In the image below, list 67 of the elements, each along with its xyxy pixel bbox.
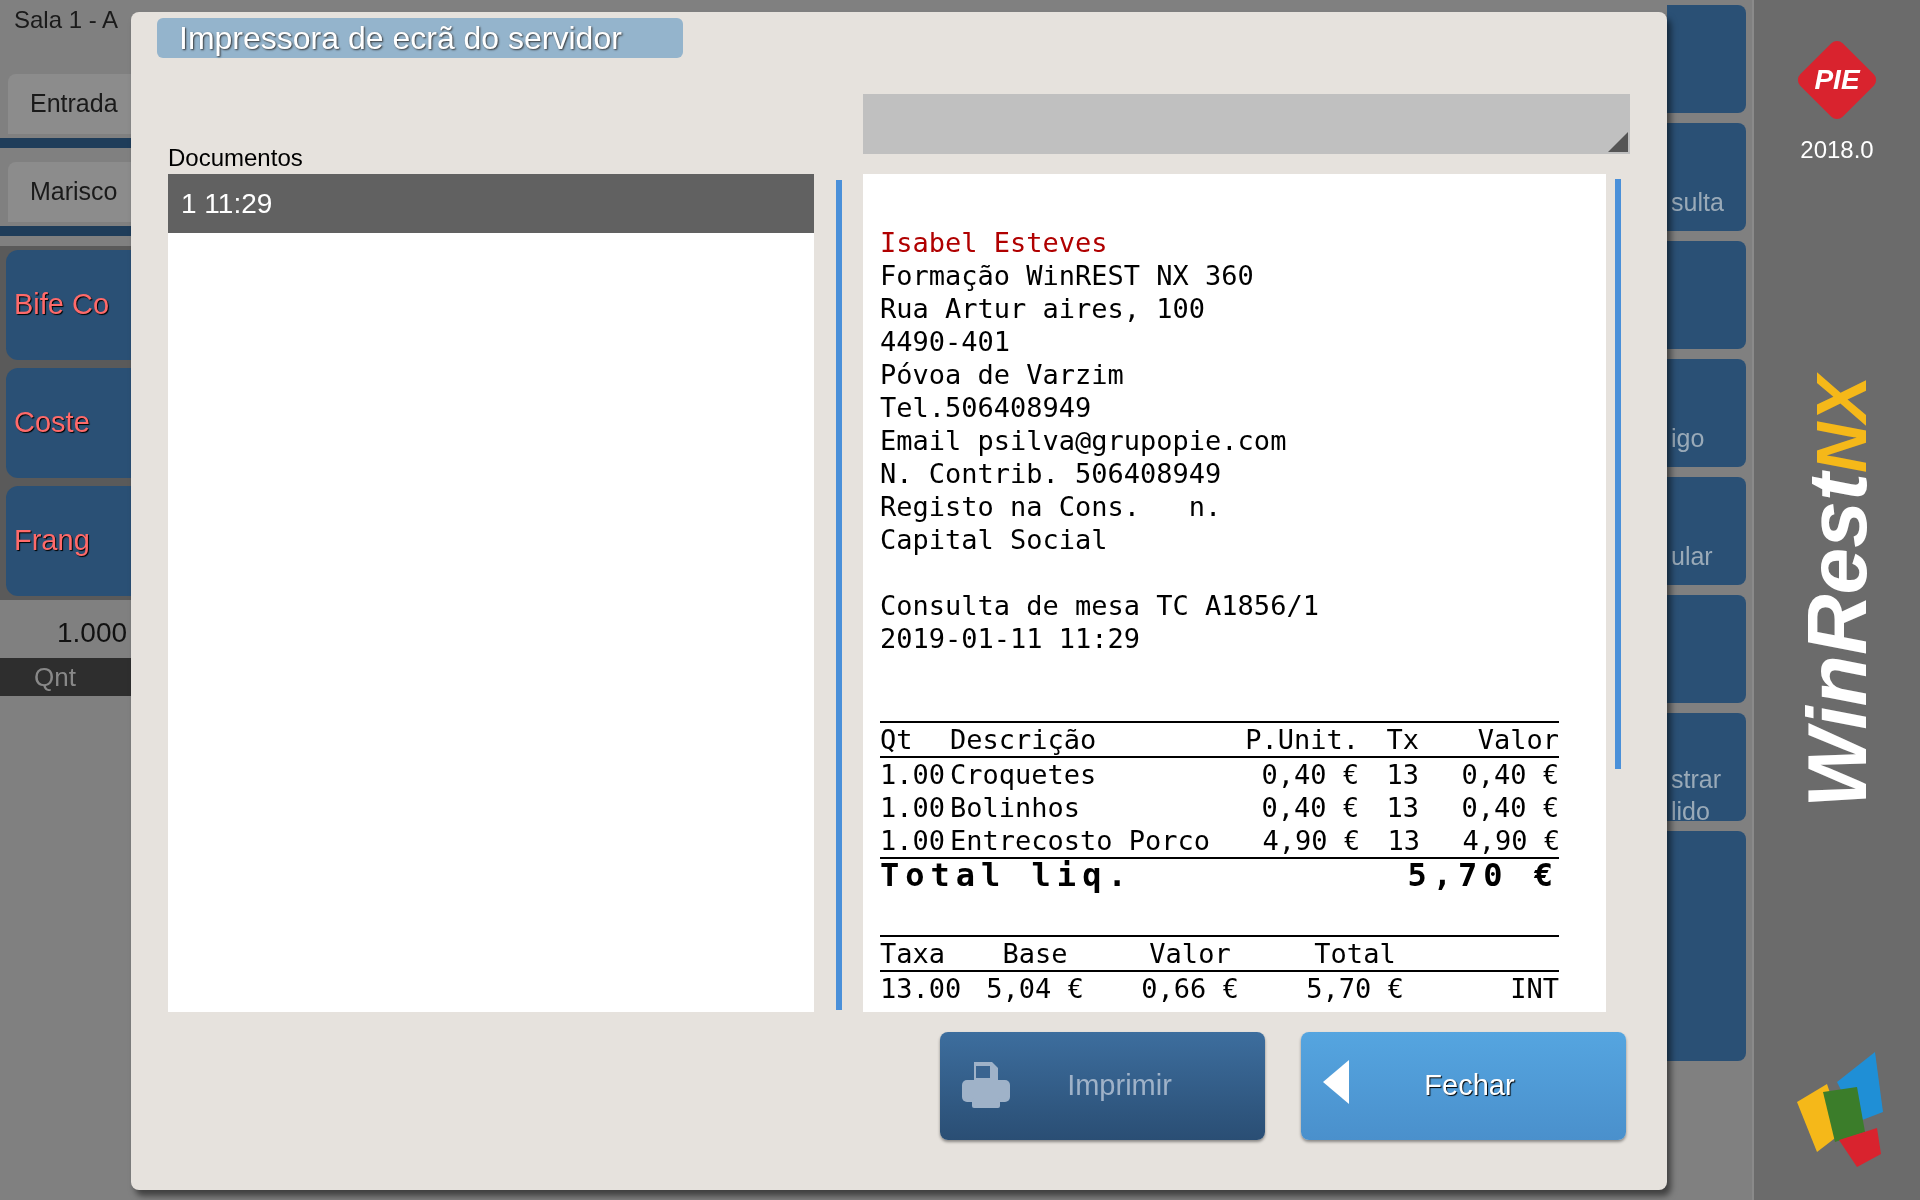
table-cell: INT <box>1510 972 1559 1005</box>
column-header: Descrição <box>950 723 1098 756</box>
close-button[interactable]: Fechar <box>1301 1032 1626 1140</box>
table-cell-text: 1.00 <box>880 758 947 791</box>
total-label: Total liq. <box>880 859 1133 891</box>
version-label: 2018.0 <box>1800 135 1874 165</box>
table-cell-text: Bolinhos <box>950 791 1082 824</box>
table-cell-text: 4,90 € <box>1461 824 1561 857</box>
category-tab[interactable]: Entrada <box>8 74 131 134</box>
table-cell-text: 1.00 <box>880 791 947 824</box>
receipt-line: Rua Artur aires, 100 <box>880 292 1206 325</box>
receipt-line: Formação WinREST NX 360 <box>880 259 1254 292</box>
table-cell: 0,66 € <box>1141 972 1239 1005</box>
receipt-line: 4490-401 <box>880 325 1011 358</box>
table-cell-text: 4,90 € <box>1261 824 1361 857</box>
product-button[interactable]: Coste <box>6 368 131 478</box>
table-cell-text: 1.00 <box>880 824 947 857</box>
scrollbar[interactable] <box>1615 179 1621 769</box>
side-button[interactable]: strar lido <box>1667 713 1746 821</box>
table-cell-text: 0,40 € <box>1460 791 1559 824</box>
table-cell: 5,70 € <box>1306 972 1404 1005</box>
table-cell-text: 13.00 <box>880 972 963 1005</box>
table-cell-text: 13 <box>1385 791 1419 824</box>
side-button[interactable]: sulta <box>1667 123 1746 231</box>
column-header: Base <box>1001 937 1069 970</box>
table-cell-text: 13 <box>1386 824 1421 857</box>
product-button[interactable]: Bife Co <box>6 250 131 360</box>
table-cell-text: Croquetes <box>950 758 1098 791</box>
receipt-line: Tel.506408949 <box>880 391 1092 424</box>
dialog-title: Impressora de ecrã do servidor <box>157 18 683 58</box>
side-button[interactable] <box>1667 241 1746 349</box>
table-cell: Entrecosto Porco <box>950 824 1211 857</box>
column-header: Qnt <box>0 658 131 696</box>
receipt-line: N. Contrib. 506408949 <box>880 457 1222 490</box>
table-cell-text: 0,40 € <box>1460 758 1559 791</box>
receipt-line: 2019-01-11 11:29 <box>880 622 1141 655</box>
total-value: 5,70 € <box>1407 859 1559 891</box>
column-header: Valor <box>1148 937 1232 970</box>
column-header: Valor <box>1476 723 1559 756</box>
documents-label: Documentos <box>168 143 304 173</box>
column-header: Tx <box>1385 723 1419 756</box>
side-button[interactable]: igo <box>1667 359 1746 467</box>
resize-grip-icon <box>1608 132 1628 152</box>
receipt-line: Capital Social <box>880 523 1108 556</box>
side-button[interactable] <box>1667 5 1746 113</box>
scrollbar[interactable] <box>835 180 842 1010</box>
category-tab[interactable]: Marisco <box>8 162 131 222</box>
room-title: Sala 1 - A <box>13 5 120 35</box>
receipt-line: Póvoa de Varzim <box>880 358 1124 391</box>
side-button[interactable] <box>1667 595 1746 703</box>
table-cell-text: 0,40 € <box>1260 791 1359 824</box>
table-cell-text: 0,40 € <box>1260 758 1359 791</box>
receipt-line: Email psilva@grupopie.com <box>880 424 1287 457</box>
product-button[interactable]: Frang <box>6 486 131 596</box>
table-cell-text: 13 <box>1385 758 1419 791</box>
receipt-line: Isabel Esteves <box>880 226 1108 259</box>
receipt-line: Registo na Cons. n. <box>880 490 1222 523</box>
side-button[interactable]: ular <box>1667 477 1746 585</box>
side-button[interactable] <box>1667 831 1746 1061</box>
column-header: Taxa <box>880 937 947 970</box>
table-cell: 5,04 € <box>986 972 1084 1005</box>
column-header: Total <box>1313 937 1397 970</box>
column-header: Qt <box>880 723 914 756</box>
quantity-value: 1.000 <box>56 616 129 650</box>
receipt-line: Consulta de mesa TC A1856/1 <box>880 589 1319 622</box>
document-item[interactable]: 1 11:29 <box>168 174 815 233</box>
column-header: P.Unit. <box>1244 723 1359 756</box>
